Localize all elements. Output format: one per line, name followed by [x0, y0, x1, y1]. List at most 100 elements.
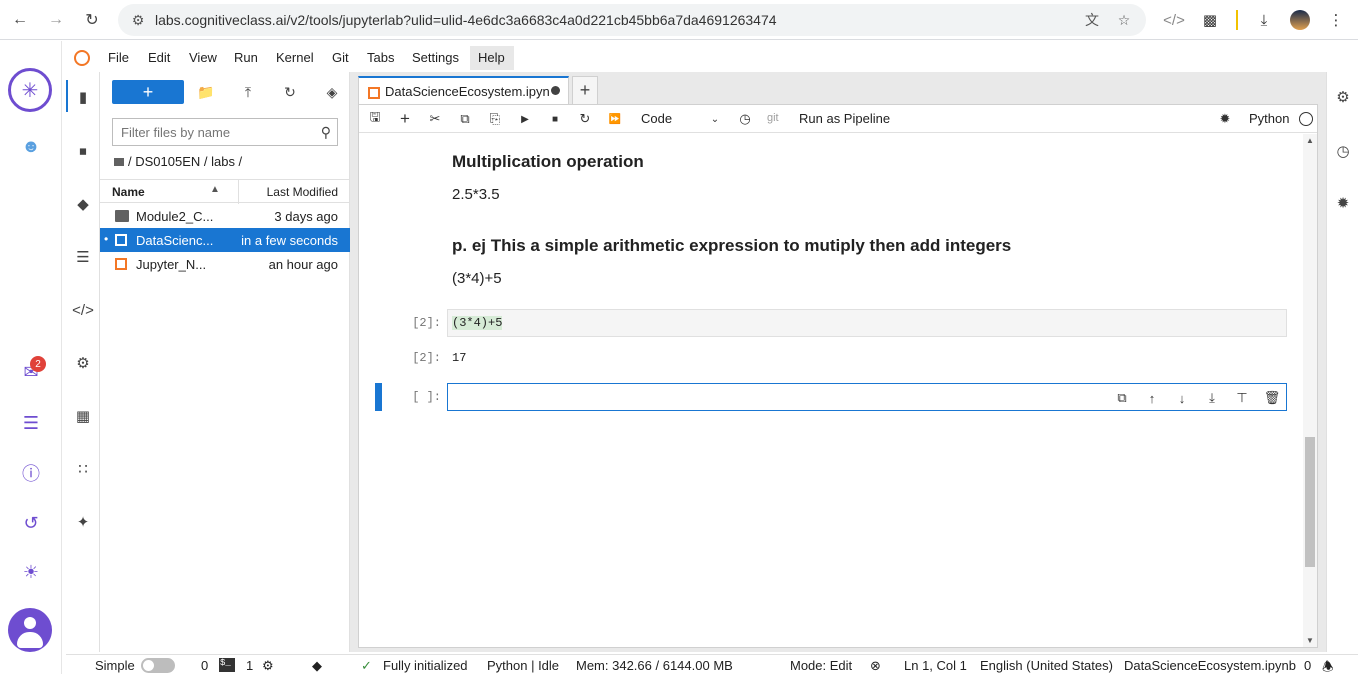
scroll-up-icon[interactable]: ▲ [1306, 136, 1314, 145]
notebook-content: Multiplication operation 2.5*3.5 p. ej T… [359, 134, 1303, 647]
translate-icon[interactable]: 文 [1082, 10, 1102, 30]
menu-help[interactable]: Help [478, 50, 505, 65]
menu-edit[interactable]: Edit [148, 50, 170, 65]
stop-icon[interactable]: ■ [545, 109, 565, 129]
git-diamond-icon[interactable]: ◆ [312, 658, 322, 674]
run-as-pipeline-button[interactable]: Run as Pipeline [799, 111, 890, 126]
back-icon[interactable]: ← [8, 8, 32, 32]
reload-icon[interactable]: ↻ [80, 8, 104, 32]
menu-view[interactable]: View [189, 50, 217, 65]
debugger-icon[interactable]: ✹ [1332, 192, 1354, 214]
name-column-header[interactable]: Name [112, 185, 145, 199]
kernel-gear-icon[interactable]: ⚙ [262, 658, 274, 674]
simple-mode-toggle[interactable] [141, 658, 175, 673]
clock-icon[interactable]: ◷ [735, 109, 755, 129]
browser-menu-icon[interactable]: ⋮ [1324, 8, 1348, 32]
menu-tabs[interactable]: Tabs [367, 50, 394, 65]
extension-manager-puzzle-icon[interactable]: ✦ [72, 511, 94, 533]
forward-icon[interactable]: → [44, 8, 68, 32]
unsaved-dot-icon[interactable] [551, 86, 560, 95]
property-inspector-gears-icon[interactable]: ⚙ [1332, 86, 1354, 108]
theme-sun-icon[interactable]: ☀ [18, 559, 44, 585]
debugger-bug-icon[interactable]: ✹ [1215, 109, 1235, 129]
profile-avatar[interactable] [1290, 10, 1310, 30]
file-row[interactable]: Module2_C... 3 days ago [100, 204, 350, 228]
refresh-icon[interactable]: ↺ [18, 510, 44, 536]
cognitiveclass-logo-icon[interactable]: ✳ [8, 68, 52, 112]
restart-icon[interactable]: ↻ [575, 109, 595, 129]
help-icon[interactable]: ⓘ [18, 460, 44, 486]
menu-run[interactable]: Run [234, 50, 258, 65]
code-cell[interactable]: (3*4)+5 [447, 309, 1287, 337]
add-tab-button[interactable]: + [572, 76, 598, 104]
move-down-icon[interactable]: ↓ [1172, 388, 1192, 408]
browser-chrome: ← → ↻ ⚙ labs.cognitiveclass.ai/v2/tools/… [0, 0, 1358, 40]
refresh-files-icon[interactable]: ↻ [280, 82, 300, 102]
new-launcher-button[interactable]: + [112, 80, 184, 104]
move-up-icon[interactable]: ↑ [1142, 388, 1162, 408]
menu-kernel[interactable]: Kernel [276, 50, 314, 65]
save-icon[interactable]: 🖫 [365, 109, 385, 129]
scroll-down-icon[interactable]: ▼ [1306, 636, 1314, 645]
chevron-down-icon[interactable]: ⌄ [705, 109, 725, 129]
active-code-cell[interactable]: ⧉ ↑ ↓ ⤓ ⊤ 🗑 [447, 383, 1287, 411]
tab-bar: DataScienceEcosystem.ipyn + [358, 76, 1318, 104]
document-icon[interactable]: ☰ [18, 410, 44, 436]
notification-badge: 2 [30, 356, 46, 372]
kernels-count[interactable]: 1 [246, 658, 253, 673]
git-clone-icon[interactable]: ◈ [322, 82, 342, 102]
copy-icon[interactable]: ⧉ [455, 109, 475, 129]
code-snippets-icon[interactable]: </> [72, 299, 94, 321]
git-icon[interactable]: ◆ [72, 193, 94, 215]
delete-cell-icon[interactable]: 🗑 [1262, 388, 1282, 408]
extensions-icon[interactable]: ∷ [72, 458, 94, 480]
new-folder-icon[interactable]: 📁 [196, 82, 216, 102]
modified-column-header[interactable]: Last Modified [267, 185, 338, 199]
commands-icon[interactable]: ▦ [72, 405, 94, 427]
insert-cell-icon[interactable]: + [395, 109, 415, 129]
scrollbar[interactable]: ▲ ▼ [1303, 134, 1317, 647]
property-inspector-icon[interactable]: ⚙ [72, 352, 94, 374]
bell-icon[interactable]: 🕭 [1322, 658, 1334, 674]
insert-below-icon[interactable]: ⊤ [1232, 388, 1252, 408]
kernel-status[interactable]: Python | Idle [487, 658, 559, 673]
folder-icon[interactable]: ▮ [72, 86, 94, 108]
resource-gauge-icon[interactable]: ◷ [1332, 140, 1354, 162]
user-avatar[interactable] [8, 608, 52, 652]
insert-above-icon[interactable]: ⤓ [1202, 388, 1222, 408]
table-of-contents-icon[interactable]: ☰ [72, 246, 94, 268]
menu-file[interactable]: File [108, 50, 129, 65]
tab-notebook[interactable]: DataScienceEcosystem.ipyn [358, 76, 569, 104]
file-row[interactable]: • DataScienc... in a few seconds [100, 228, 350, 252]
cursor-position[interactable]: Ln 1, Col 1 [904, 658, 967, 673]
bookmark-star-icon[interactable]: ☆ [1114, 10, 1134, 30]
run-all-icon[interactable]: ⏩ [605, 109, 625, 129]
download-icon[interactable]: ⤓ [1252, 8, 1276, 32]
site-info-icon[interactable]: ⚙ [128, 10, 148, 30]
devtools-extension-icon[interactable]: </> [1162, 8, 1186, 32]
lsp-status-icon[interactable]: ⊗ [870, 658, 881, 674]
upload-icon[interactable]: ⤒ [238, 82, 258, 102]
address-bar[interactable]: ⚙ labs.cognitiveclass.ai/v2/tools/jupyte… [118, 4, 1146, 36]
notebook-icon [115, 258, 127, 270]
menu-settings[interactable]: Settings [412, 50, 459, 65]
extensions-puzzle-icon[interactable]: ▩ [1198, 8, 1222, 32]
scrollbar-thumb[interactable] [1305, 437, 1315, 567]
menu-git[interactable]: Git [332, 50, 349, 65]
running-sessions-icon[interactable]: ⏹ [72, 140, 94, 162]
run-icon[interactable]: ▶ [515, 109, 535, 129]
kernel-name[interactable]: Python [1249, 111, 1289, 126]
terminal-icon[interactable]: $_ [219, 658, 235, 672]
cell-type-select[interactable]: Code [641, 111, 672, 126]
chatbot-icon[interactable]: ☻ [18, 133, 44, 159]
duplicate-cell-icon[interactable]: ⧉ [1112, 388, 1132, 408]
breadcrumb[interactable]: / DS0105EN / labs / [114, 154, 242, 169]
file-row[interactable]: Jupyter_N... an hour ago [100, 252, 350, 276]
paste-icon[interactable]: ⎘ [485, 109, 505, 129]
terminals-count[interactable]: 0 [201, 658, 208, 673]
cut-icon[interactable]: ✂ [425, 109, 445, 129]
git-label[interactable]: git [767, 112, 779, 124]
notification-count[interactable]: 0 [1304, 658, 1311, 673]
filter-input[interactable] [113, 119, 303, 145]
language[interactable]: English (United States) [980, 658, 1113, 673]
